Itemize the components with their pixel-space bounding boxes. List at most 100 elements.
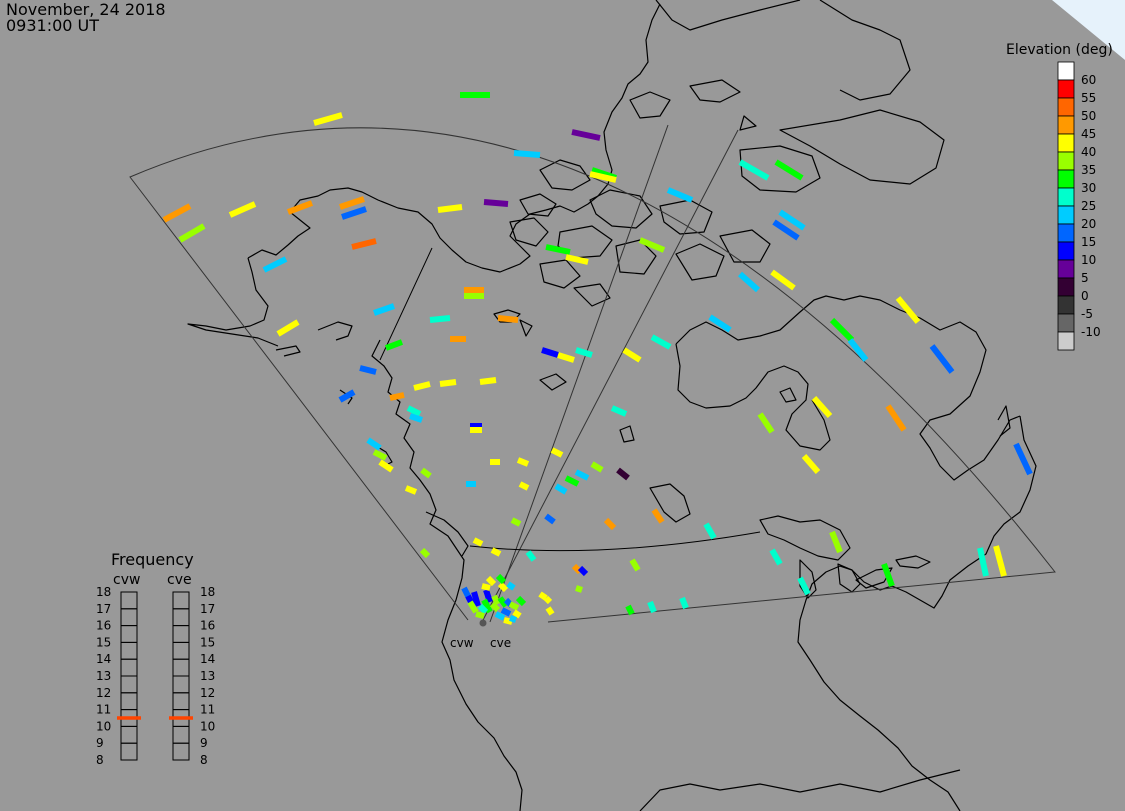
echo-segment <box>373 303 395 316</box>
echo-segment <box>638 237 666 253</box>
echo-segment <box>801 454 821 474</box>
echo-segment <box>550 447 564 458</box>
echo-segment <box>406 405 422 417</box>
frequency-label-cve: cve <box>167 572 192 588</box>
echo-vectors <box>162 92 1033 625</box>
frequency-cell-cvw <box>120 608 138 627</box>
echo-segment <box>993 545 1007 577</box>
echo-segment <box>477 603 489 615</box>
echo-segment <box>575 585 583 593</box>
elevation-color-box <box>1057 79 1075 99</box>
elevation-color-box <box>1057 259 1075 279</box>
frequency-cell-cvw <box>120 658 138 677</box>
echo-segment <box>495 573 507 585</box>
frequency-tick-left: 13 <box>96 669 111 683</box>
echo-segment <box>429 315 451 323</box>
elevation-color-box <box>1057 331 1075 351</box>
echo-segment <box>616 467 630 481</box>
elevation-color-box <box>1057 295 1075 315</box>
echo-segment <box>366 437 382 451</box>
elevation-tick-label: 5 <box>1081 271 1089 285</box>
frequency-cell-cve <box>172 692 190 711</box>
elevation-tick-label: 45 <box>1081 127 1096 141</box>
elevation-color-box <box>1057 133 1075 153</box>
elevation-color-box <box>1057 313 1075 333</box>
echo-segment <box>651 508 665 524</box>
frequency-label-cvw: cvw <box>113 572 140 588</box>
elevation-tick-label: 55 <box>1081 91 1096 105</box>
elevation-tick-label: 60 <box>1081 73 1096 87</box>
echo-segment <box>774 159 804 181</box>
radar-site-label-cve: cve <box>490 636 511 650</box>
echo-segment <box>420 467 432 479</box>
echo-segment <box>419 547 431 559</box>
echo-segment <box>475 611 485 619</box>
frequency-tick-right: 12 <box>200 686 215 700</box>
echo-segment <box>590 461 604 473</box>
echo-segment <box>490 547 502 557</box>
elevation-color-box <box>1057 223 1075 243</box>
echo-segment <box>178 223 206 243</box>
elevation-color-box <box>1057 115 1075 135</box>
echo-segment <box>341 206 367 220</box>
echo-segment <box>564 475 580 487</box>
frequency-cell-cvw <box>120 692 138 711</box>
echo-segment <box>847 338 869 362</box>
echo-segment <box>497 581 509 593</box>
echo-segment <box>885 404 907 432</box>
elevation-color-bar <box>1057 61 1075 351</box>
elevation-color-box <box>1057 187 1075 207</box>
echo-segment <box>494 611 506 621</box>
frequency-tick-right: 8 <box>200 753 208 767</box>
frequency-tick-right: 17 <box>200 602 215 616</box>
echo-segment <box>409 413 423 423</box>
elevation-color-box <box>1057 97 1075 117</box>
echo-segment <box>479 377 497 385</box>
echo-segment <box>481 583 491 591</box>
echo-segment <box>647 600 657 614</box>
elevation-tick-label: 10 <box>1081 253 1096 267</box>
frequency-tick-right: 18 <box>200 585 215 599</box>
echo-segment <box>571 129 601 141</box>
radar-site-marker <box>479 619 487 627</box>
elevation-color-box <box>1057 277 1075 297</box>
echo-segment <box>359 365 377 375</box>
echo-segment <box>489 601 501 613</box>
elevation-tick-label: 0 <box>1081 289 1089 303</box>
echo-segment <box>515 595 527 607</box>
frequency-cell-cve <box>172 675 190 694</box>
elevation-color-box <box>1057 241 1075 261</box>
elevation-color-box <box>1057 61 1075 81</box>
echo-segment <box>500 607 512 617</box>
echo-segment <box>577 565 589 577</box>
echo-segment <box>512 609 522 619</box>
echo-segment <box>228 201 257 218</box>
echo-segment <box>497 315 519 323</box>
echo-segment <box>483 199 509 207</box>
frequency-cell-cve <box>172 608 190 627</box>
echo-segment <box>413 381 431 391</box>
echo-segment <box>472 537 484 547</box>
echo-segment <box>351 238 377 250</box>
frequency-cell-cvw <box>120 725 138 744</box>
echo-segment <box>509 615 517 623</box>
frequency-cell-cve <box>172 625 190 643</box>
frequency-column-cvw <box>120 591 138 761</box>
echo-segment <box>738 159 770 181</box>
echo-segment <box>554 483 568 495</box>
echo-segment <box>679 596 689 610</box>
elevation-tick-label: 20 <box>1081 217 1096 231</box>
elevation-color-box <box>1057 169 1075 189</box>
echo-segment <box>506 581 516 591</box>
elevation-legend: Elevation (deg) 605550454035302520151050… <box>1006 42 1113 351</box>
echo-segment <box>629 558 641 572</box>
echo-segment <box>538 591 548 601</box>
frequency-cell-cvw <box>120 641 138 660</box>
elevation-tick-label: -5 <box>1081 307 1093 321</box>
frequency-panel: Frequency cvw cve 18 18 17 17 16 16 15 15 14 14 13… <box>96 550 215 767</box>
elevation-color-box <box>1057 205 1075 225</box>
echo-segment <box>485 575 497 587</box>
frequency-tick-left: 9 <box>96 736 104 750</box>
frequency-tick-left: 11 <box>96 703 111 717</box>
radar-map: cvw cve Elevation (deg) 6055504540353025… <box>96 0 1125 811</box>
